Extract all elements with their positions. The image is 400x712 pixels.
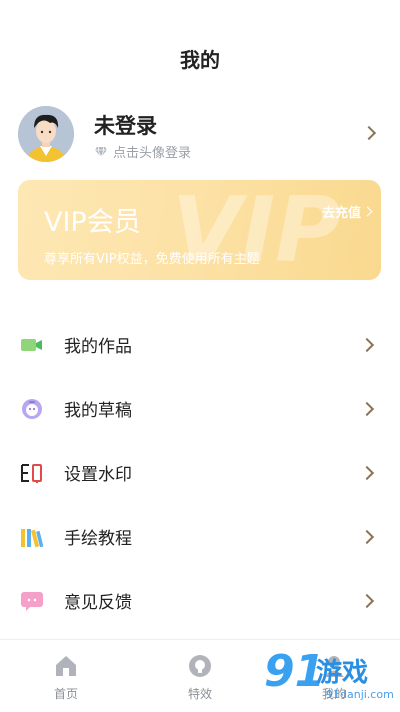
draft-face-icon — [22, 399, 42, 419]
watermark-icon — [21, 464, 42, 483]
login-status: 未登录 — [94, 114, 157, 138]
tab-label: 特效 — [187, 687, 212, 701]
avatar[interactable] — [18, 106, 74, 162]
vip-title: VIP会员 — [44, 207, 141, 238]
menu-item-label: 我的草稿 — [64, 401, 132, 421]
page-header: 我的 — [0, 44, 400, 73]
menu-item-label: 设置水印 — [64, 465, 132, 485]
page-title: 我的 — [180, 48, 220, 72]
chevron-right-icon — [362, 206, 373, 217]
menu-list: 我的作品 我的草稿 设置水印 手绘教程 意见反馈 — [0, 312, 400, 632]
home-icon — [56, 656, 76, 676]
menu-item-label: 手绘教程 — [64, 529, 132, 549]
watermark-game-text: 游戏 — [316, 658, 369, 688]
login-hint-text: 点击头像登录 — [113, 146, 192, 161]
chevron-right-icon — [359, 465, 375, 481]
avatar-illustration-icon — [18, 106, 74, 162]
effects-icon — [189, 655, 211, 677]
menu-item-label: 我的作品 — [64, 337, 132, 357]
chevron-right-icon — [359, 529, 375, 545]
recharge-label: 去充值 — [321, 206, 361, 221]
chevron-right-icon — [359, 401, 375, 417]
menu-item-label: 意见反馈 — [64, 593, 132, 613]
profile-row[interactable]: 未登录 点击头像登录 — [18, 106, 382, 162]
diamond-icon — [95, 146, 107, 158]
site-watermark: 91 游戏 91danji.com — [264, 646, 394, 708]
menu-item-feedback[interactable]: 意见反馈 — [0, 568, 400, 632]
tab-home[interactable]: 首页 — [26, 654, 106, 702]
chat-bubble-icon — [21, 592, 43, 611]
video-camera-icon — [21, 339, 42, 351]
tab-effects[interactable]: 特效 — [160, 654, 240, 702]
menu-item-tutorial[interactable]: 手绘教程 — [0, 504, 400, 568]
chevron-right-icon — [361, 125, 377, 141]
menu-item-watermark[interactable]: 设置水印 — [0, 440, 400, 504]
login-hint: 点击头像登录 — [94, 142, 191, 161]
menu-item-drafts[interactable]: 我的草稿 — [0, 376, 400, 440]
vip-banner[interactable]: VIP VIP会员 尊享所有VIP权益，免费使用所有主题 去充值 — [18, 180, 381, 280]
chevron-right-icon — [359, 593, 375, 609]
recharge-button[interactable]: 去充值 — [321, 202, 373, 221]
chevron-right-icon — [359, 337, 375, 353]
books-icon — [21, 529, 44, 548]
menu-item-works[interactable]: 我的作品 — [0, 312, 400, 376]
tab-label: 首页 — [53, 687, 78, 701]
watermark-domain: 91danji.com — [326, 688, 394, 701]
vip-description: 尊享所有VIP权益，免费使用所有主题 — [44, 252, 260, 267]
